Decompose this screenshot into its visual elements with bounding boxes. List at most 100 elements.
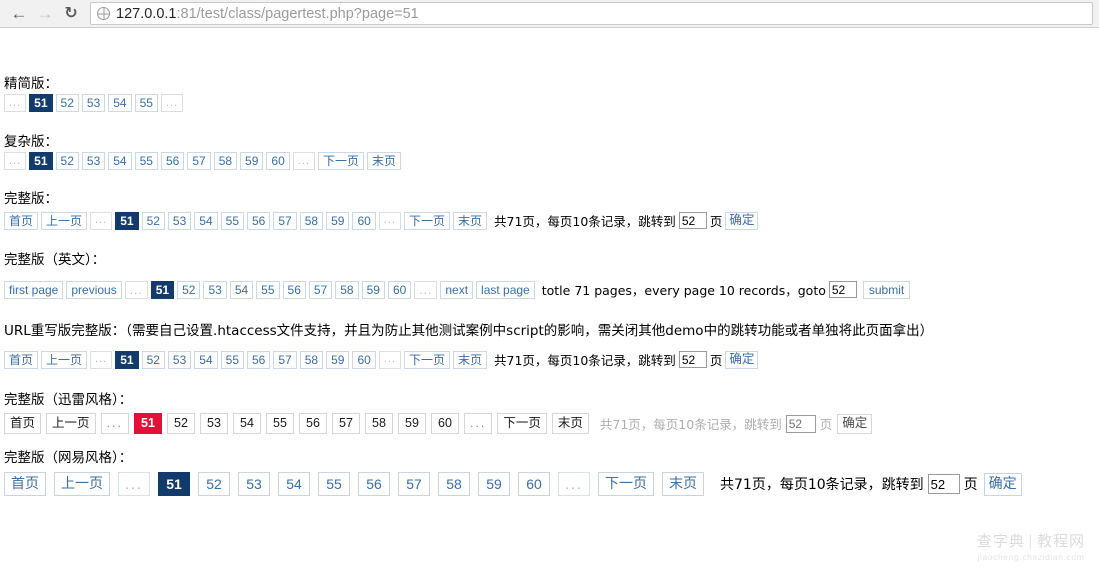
page-link-dotdotdot[interactable]: ... bbox=[160, 94, 184, 112]
page-link-51[interactable]: 51 bbox=[158, 472, 190, 496]
page-link-53[interactable]: 53 bbox=[167, 350, 192, 369]
page-link-57[interactable]: 57 bbox=[398, 472, 430, 496]
page-link-dotdotdot[interactable]: ... bbox=[378, 350, 401, 369]
jump-submit-button[interactable]: 确定 bbox=[725, 211, 759, 230]
page-link-60[interactable]: 60 bbox=[352, 350, 376, 369]
page-link-58[interactable]: 58 bbox=[299, 350, 324, 369]
page-link-末页[interactable]: 末页 bbox=[452, 211, 487, 230]
jump-page-input[interactable] bbox=[678, 212, 707, 229]
jump-page-input[interactable] bbox=[828, 281, 857, 298]
jump-submit-button[interactable]: 确定 bbox=[983, 472, 1022, 496]
page-link-上一页[interactable]: 上一页 bbox=[41, 211, 88, 230]
page-link-59[interactable]: 59 bbox=[361, 280, 385, 299]
page-link-57[interactable]: 57 bbox=[331, 413, 360, 434]
page-link-56[interactable]: 56 bbox=[298, 413, 327, 434]
page-link-58[interactable]: 58 bbox=[335, 280, 359, 299]
page-link-dotdotdot[interactable]: ... bbox=[414, 280, 438, 299]
jump-page-input[interactable] bbox=[927, 474, 960, 494]
back-arrow-icon[interactable]: ← bbox=[6, 1, 32, 27]
page-link-下一页[interactable]: 下一页 bbox=[403, 350, 450, 369]
page-link-首页[interactable]: 首页 bbox=[4, 350, 39, 369]
jump-submit-button[interactable]: 确定 bbox=[725, 350, 759, 369]
page-link-52[interactable]: 52 bbox=[141, 350, 165, 369]
page-link-last-page[interactable]: last page bbox=[476, 280, 535, 299]
page-link-59[interactable]: 59 bbox=[240, 152, 264, 170]
page-link-51[interactable]: 51 bbox=[29, 94, 53, 112]
page-link-首页[interactable]: 首页 bbox=[4, 413, 42, 434]
page-link-53[interactable]: 53 bbox=[81, 94, 106, 112]
page-link-53[interactable]: 53 bbox=[167, 211, 192, 230]
page-link-58[interactable]: 58 bbox=[213, 152, 238, 170]
jump-submit-button[interactable]: submit bbox=[862, 280, 911, 299]
page-link-dotdotdot[interactable]: ... bbox=[4, 152, 27, 170]
page-link-54[interactable]: 54 bbox=[232, 413, 261, 434]
jump-page-input[interactable] bbox=[785, 414, 816, 433]
page-link-54[interactable]: 54 bbox=[229, 280, 254, 299]
page-link-首页[interactable]: 首页 bbox=[4, 211, 39, 230]
page-link-56[interactable]: 56 bbox=[247, 350, 271, 369]
page-link-60[interactable]: 60 bbox=[430, 413, 459, 434]
page-link-60[interactable]: 60 bbox=[352, 211, 376, 230]
page-link-55[interactable]: 55 bbox=[318, 472, 350, 496]
reload-icon[interactable]: ↻ bbox=[58, 1, 84, 27]
address-bar[interactable]: 127.0.0.1:81/test/class/pagertest.php?pa… bbox=[90, 2, 1093, 25]
page-link-51[interactable]: 51 bbox=[150, 280, 175, 299]
page-link-dotdotdot[interactable]: ... bbox=[4, 94, 27, 112]
page-link-60[interactable]: 60 bbox=[387, 280, 412, 299]
page-link-上一页[interactable]: 上一页 bbox=[54, 472, 110, 496]
page-link-dotdotdot[interactable]: ... bbox=[90, 211, 113, 230]
page-link-53[interactable]: 53 bbox=[203, 280, 227, 299]
page-link-59[interactable]: 59 bbox=[478, 472, 510, 496]
page-link-上一页[interactable]: 上一页 bbox=[46, 413, 96, 434]
page-link-56[interactable]: 56 bbox=[282, 280, 306, 299]
page-link-下一页[interactable]: 下一页 bbox=[317, 152, 364, 170]
page-link-52[interactable]: 52 bbox=[177, 280, 201, 299]
page-link-58[interactable]: 58 bbox=[299, 211, 324, 230]
page-link-59[interactable]: 59 bbox=[326, 211, 350, 230]
page-link-58[interactable]: 58 bbox=[364, 413, 393, 434]
page-link-55[interactable]: 55 bbox=[220, 350, 244, 369]
page-link-55[interactable]: 55 bbox=[256, 280, 280, 299]
page-link-previous[interactable]: previous bbox=[66, 280, 122, 299]
page-link-52[interactable]: 52 bbox=[141, 211, 165, 230]
page-link-55[interactable]: 55 bbox=[220, 211, 244, 230]
page-link-54[interactable]: 54 bbox=[108, 152, 132, 170]
page-link-52[interactable]: 52 bbox=[198, 472, 230, 496]
page-link-dotdotdot[interactable]: ... bbox=[118, 472, 150, 496]
page-link-52[interactable]: 52 bbox=[55, 94, 79, 112]
page-link-dotdotdot[interactable]: ... bbox=[463, 413, 493, 434]
page-link-53[interactable]: 53 bbox=[199, 413, 228, 434]
page-link-51[interactable]: 51 bbox=[29, 152, 53, 170]
page-link-55[interactable]: 55 bbox=[134, 94, 158, 112]
jump-page-input[interactable] bbox=[678, 351, 707, 368]
page-link-first-page[interactable]: first page bbox=[4, 280, 64, 299]
page-link-57[interactable]: 57 bbox=[273, 211, 297, 230]
page-link-dotdotdot[interactable]: ... bbox=[124, 280, 148, 299]
page-link-dotdotdot[interactable]: ... bbox=[100, 413, 129, 434]
jump-submit-button[interactable]: 确定 bbox=[837, 413, 873, 434]
page-link-51[interactable]: 51 bbox=[115, 350, 139, 369]
page-link-54[interactable]: 54 bbox=[194, 350, 218, 369]
page-link-首页[interactable]: 首页 bbox=[4, 472, 46, 496]
page-link-53[interactable]: 53 bbox=[238, 472, 270, 496]
page-link-59[interactable]: 59 bbox=[397, 413, 426, 434]
page-link-上一页[interactable]: 上一页 bbox=[41, 350, 88, 369]
page-link-54[interactable]: 54 bbox=[108, 94, 132, 112]
page-link-dotdotdot[interactable]: ... bbox=[558, 472, 590, 496]
page-link-末页[interactable]: 末页 bbox=[551, 413, 589, 434]
page-link-dotdotdot[interactable]: ... bbox=[90, 350, 113, 369]
page-link-54[interactable]: 54 bbox=[278, 472, 310, 496]
page-link-末页[interactable]: 末页 bbox=[662, 472, 704, 496]
page-link-57[interactable]: 57 bbox=[308, 280, 333, 299]
page-link-下一页[interactable]: 下一页 bbox=[403, 211, 450, 230]
page-link-51[interactable]: 51 bbox=[115, 211, 139, 230]
page-link-58[interactable]: 58 bbox=[438, 472, 470, 496]
page-link-59[interactable]: 59 bbox=[326, 350, 350, 369]
page-link-56[interactable]: 56 bbox=[247, 211, 271, 230]
page-link-dotdotdot[interactable]: ... bbox=[378, 211, 401, 230]
page-link-52[interactable]: 52 bbox=[166, 413, 195, 434]
page-link-60[interactable]: 60 bbox=[266, 152, 290, 170]
page-link-52[interactable]: 52 bbox=[55, 152, 79, 170]
page-link-56[interactable]: 56 bbox=[160, 152, 185, 170]
page-link-53[interactable]: 53 bbox=[81, 152, 106, 170]
